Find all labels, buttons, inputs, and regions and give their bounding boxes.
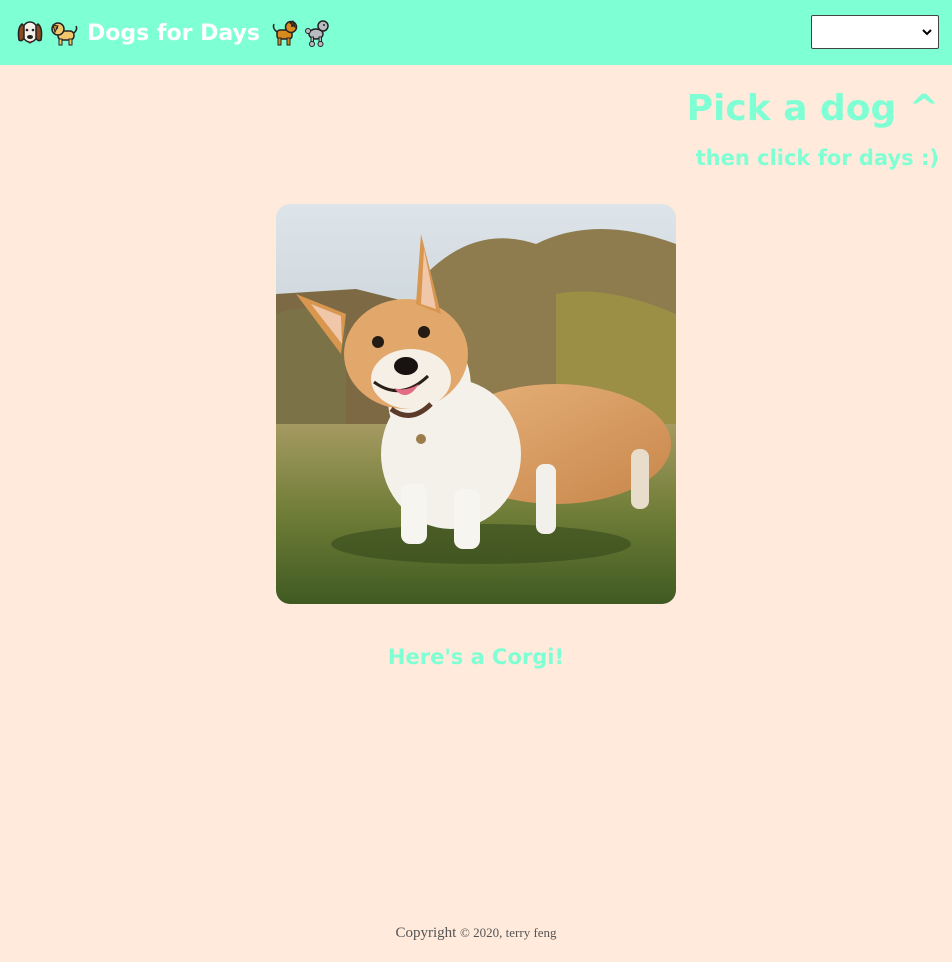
hound-face-icon [15, 18, 45, 48]
puppy-icon [49, 18, 79, 48]
footer: Copyright © 2020, terry feng [0, 925, 952, 942]
dog-icon [269, 18, 299, 48]
copyright-text: © 2020, terry feng [460, 925, 557, 940]
top-nav: Dogs for Days [0, 0, 952, 65]
breed-caption: Here's a Corgi! [387, 645, 565, 669]
copyright-label: Copyright [395, 925, 457, 941]
click-for-days-subheading: then click for days :) [695, 146, 939, 170]
pick-a-dog-heading: Pick a dog ^ [686, 88, 939, 129]
dog-photo[interactable] [276, 204, 676, 604]
site-title: Dogs for Days [87, 20, 260, 46]
poodle-icon [303, 18, 333, 48]
brand: Dogs for Days [15, 17, 337, 49]
chevron-down-icon [922, 29, 932, 36]
breed-dropdown[interactable] [811, 15, 939, 49]
